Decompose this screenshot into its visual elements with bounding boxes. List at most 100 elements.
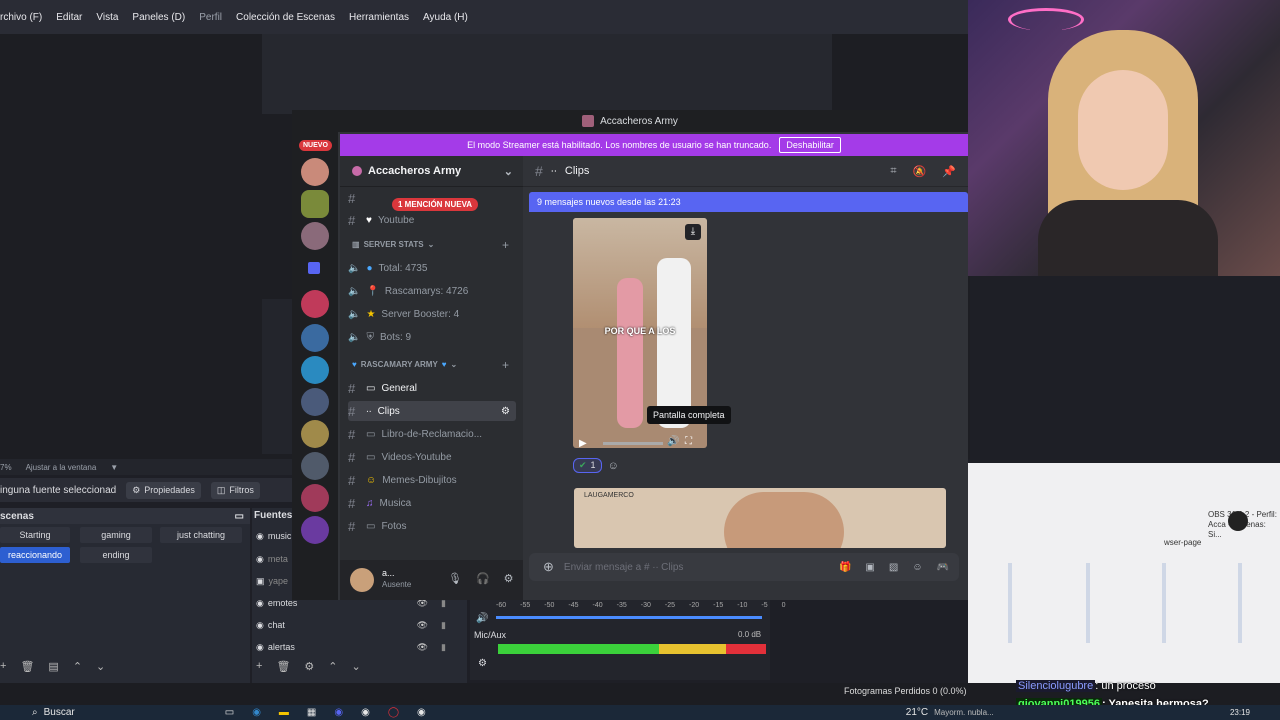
app-icon[interactable]: ◉ [417,707,426,718]
server-avatar[interactable] [301,484,329,512]
add-icon[interactable]: + [256,660,262,673]
video-attachment[interactable]: LAUGAMERCO [574,488,946,548]
apps-icon[interactable]: 🎮 [937,562,949,573]
dock-icon[interactable]: ▭ [235,511,244,522]
menu-ayuda[interactable]: Ayuda (H) [423,12,468,23]
lock-icon[interactable]: ▮ [441,642,446,653]
channel-memes[interactable]: # ☺ Memes-Dibujitos [348,470,516,490]
folder-icon[interactable]: ▬ [279,707,289,718]
server-avatar[interactable] [301,190,329,218]
chevron-down-icon[interactable]: ▼ [110,463,118,472]
stat-boosters[interactable]: 🔈 ★ Server Booster: 4 [348,304,516,324]
disable-streamer-button[interactable]: Deshabilitar [779,137,841,153]
opera-icon[interactable]: ◯ [388,707,399,718]
emoji-icon[interactable]: ☺ [912,562,922,573]
filters-button[interactable]: ◫ Filtros [210,481,260,499]
new-messages-bar[interactable]: 9 mensajes nuevos desde las 21:23 [529,192,968,212]
properties-button[interactable]: ⚙ Propiedades [126,481,201,499]
channel-videos-youtube[interactable]: # ▭ Videos-Youtube [348,447,516,467]
chevron-down-icon[interactable]: ⌄ [96,660,105,673]
server-avatar[interactable] [301,356,329,384]
fit-window-button[interactable]: Ajustar a la ventana [26,463,97,472]
volume-icon[interactable]: 🔊 [667,436,679,447]
server-header[interactable]: Accacheros Army ⌄ [340,156,523,187]
download-icon[interactable]: ⤓ [685,224,701,240]
add-channel-icon[interactable]: + [502,358,509,372]
headphones-icon[interactable]: 🎧 [476,572,490,585]
eye-icon[interactable]: 👁 [417,620,428,631]
task-view-icon[interactable]: ▭ [225,707,234,718]
menu-paneles[interactable]: Paneles (D) [132,12,185,23]
category-server-stats[interactable]: ▥ SERVER STATS ⌄ [352,240,434,249]
scene-gaming[interactable]: gaming [80,527,152,543]
lock-icon[interactable]: ▮ [441,620,446,631]
source-row[interactable]: ◉ chat 👁 ▮ [256,617,456,633]
add-icon[interactable]: + [0,660,6,673]
sticker-icon[interactable]: ▧ [889,562,898,573]
menu-vista[interactable]: Vista [96,12,118,23]
server-avatar[interactable] [301,158,329,186]
server-avatar[interactable] [301,222,329,250]
fader[interactable] [1086,563,1090,643]
play-icon[interactable]: ▶ [579,438,587,448]
server-avatar[interactable] [301,516,329,544]
mention-pill[interactable]: 1 MENCIÓN NUEVA [392,198,479,211]
scene-starting[interactable]: Starting [0,527,70,543]
server-avatar[interactable] [301,290,329,318]
channel-clips[interactable]: # ∙∙ Clips ⚙ [348,401,516,421]
server-avatar[interactable] [301,452,329,480]
message-composer[interactable]: ⊕ Enviar mensaje a # ·∙ Clips 🎁 ▣ ▧ ☺ 🎮 [529,553,959,581]
reaction-check[interactable]: ✔ 1 [573,458,602,473]
gif-icon[interactable]: ▣ [865,562,874,573]
chevron-up-icon[interactable]: ⌃ [328,660,337,673]
server-avatar[interactable] [301,388,329,416]
menu-coleccion[interactable]: Colección de Escenas [236,12,335,23]
scene-just-chatting[interactable]: just chatting [160,527,242,543]
avatar[interactable] [350,568,374,592]
volume-slider[interactable] [496,616,762,619]
channel-libro[interactable]: # ▭ Libro-de-Reclamacio... [348,424,516,444]
server-avatar[interactable] [301,420,329,448]
scene-reaccionando[interactable]: reaccionando [0,547,70,563]
folder-icon[interactable] [308,262,320,274]
filter-icon[interactable]: ▤ [48,660,58,673]
add-channel-icon[interactable]: + [502,238,509,252]
obs-icon[interactable]: ◉ [361,707,370,718]
trash-icon[interactable]: 🗑 [276,660,290,673]
gift-icon[interactable]: 🎁 [839,562,851,573]
gear-icon[interactable]: ⚙ [501,406,510,417]
bell-off-icon[interactable]: 🔕 [913,165,927,178]
fader[interactable] [1008,563,1012,643]
channel-fotos[interactable]: # ▭ Fotos [348,516,516,536]
trash-icon[interactable]: 🗑 [20,660,34,673]
server-avatar[interactable] [301,324,329,352]
eye-icon[interactable]: 👁 [417,642,428,653]
store-icon[interactable]: ▦ [307,707,316,718]
add-reaction-icon[interactable]: ☺ [608,460,619,472]
menu-perfil[interactable]: Perfil [199,12,222,23]
scene-ending[interactable]: ending [80,547,152,563]
threads-icon[interactable]: ⌗ [890,165,896,178]
channel-youtube[interactable]: # ♥ Youtube [348,210,516,230]
add-attachment-icon[interactable]: ⊕ [543,559,554,575]
category-rascamary-army[interactable]: ♥ RASCAMARY ARMY ♥ ⌄ [352,360,457,369]
speaker-icon[interactable]: 🔊 [476,613,488,624]
channel-musica[interactable]: # ♫ Musica [348,493,516,513]
menu-editar[interactable]: Editar [56,12,82,23]
source-row[interactable]: ◉ alertas 👁 ▮ [256,639,456,655]
chevron-up-icon[interactable]: ⌃ [73,660,82,673]
gear-icon[interactable]: ⚙ [478,658,487,669]
edge-icon[interactable]: ◉ [252,707,261,718]
stat-total[interactable]: 🔈 ● Total: 4735 [348,258,516,278]
stat-bots[interactable]: 🔈 ⛨ Bots: 9 [348,327,516,347]
video-progress[interactable] [603,442,663,445]
discord-icon[interactable]: ◉ [334,707,343,718]
menu-archivo[interactable]: rchivo (F) [0,12,42,23]
search-icon[interactable]: ⌕ [32,707,38,718]
chevron-down-icon[interactable]: ⌄ [352,660,361,673]
gear-icon[interactable]: ⚙ [504,572,514,585]
pin-icon[interactable]: 📌 [942,165,956,178]
channel-general[interactable]: # ▭ General [348,378,516,398]
stat-rascamarys[interactable]: 🔈 📍 Rascamarys: 4726 [348,281,516,301]
gear-icon[interactable]: ⚙ [304,660,314,673]
